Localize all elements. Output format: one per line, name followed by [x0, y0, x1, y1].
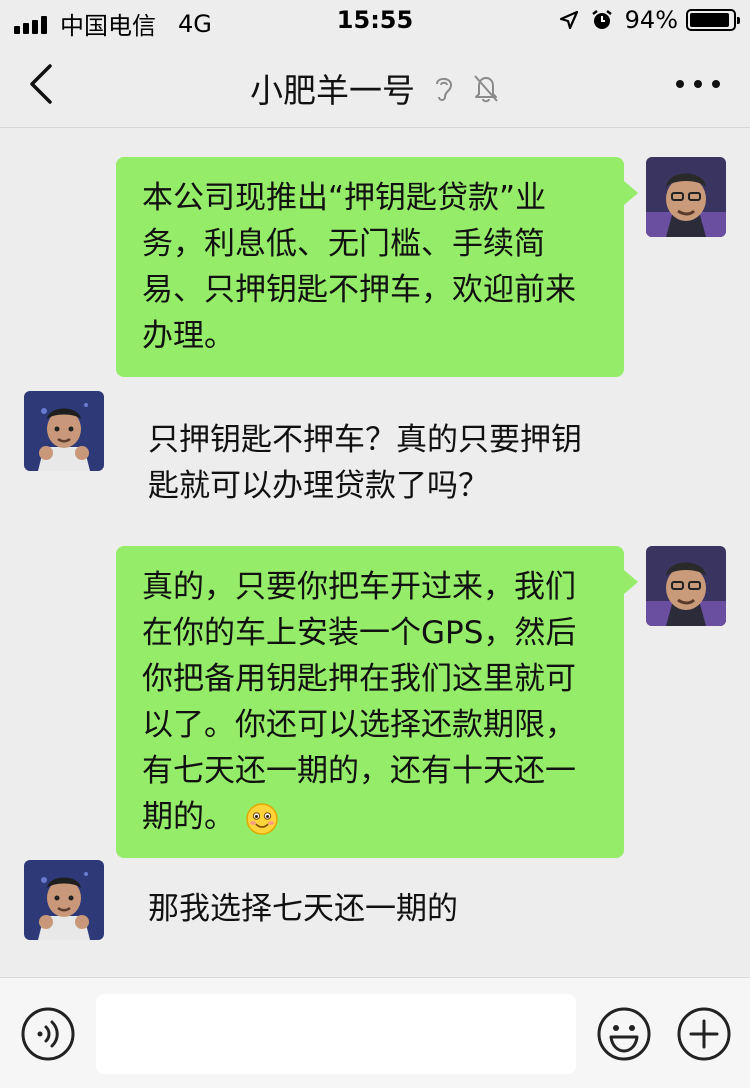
emoji-button[interactable]	[596, 1006, 652, 1062]
input-bar	[0, 977, 750, 1088]
message-line: 办理。	[142, 318, 235, 354]
message-line: 那我选择七天还一期的	[148, 891, 458, 927]
message-line: 本公司现推出“押钥匙贷款”业	[142, 180, 547, 216]
emoji-face-icon	[597, 1007, 651, 1061]
message-input[interactable]	[96, 994, 576, 1074]
message-line: 有七天还一期的，还有十天还一	[142, 753, 576, 789]
status-right: 94%	[559, 6, 740, 34]
battery-icon	[686, 9, 740, 31]
mute-bell-icon	[474, 75, 498, 103]
contact-avatar[interactable]	[24, 391, 104, 471]
chat-title: 小肥羊一号	[250, 71, 415, 110]
message-line: 真的，只要你把车开过来，我们	[142, 569, 576, 605]
smile-emoji-icon	[246, 802, 278, 835]
message-line: 易、只押钥匙不押车，欢迎前来	[142, 272, 576, 308]
contact-avatar[interactable]	[24, 860, 104, 940]
message-line-last: 期的。	[142, 794, 598, 840]
more-options-button[interactable]	[676, 76, 720, 92]
my-avatar[interactable]	[646, 546, 726, 626]
message-bubble-outgoing[interactable]: 真的，只要你把车开过来，我们 在你的车上安装一个GPS，然后 你把备用钥匙押在我…	[116, 546, 638, 858]
message-bubble-incoming[interactable]: 那我选择七天还一期的	[122, 868, 622, 950]
nav-title-group: 小肥羊一号	[0, 64, 750, 112]
message-bubble-incoming[interactable]: 只押钥匙不押车？真的只要押钥 匙就可以办理贷款了吗？	[122, 399, 622, 527]
location-arrow-icon	[559, 10, 578, 30]
alarm-clock-icon	[591, 10, 612, 29]
nav-bar: 小肥羊一号	[0, 40, 750, 128]
message-bubble-outgoing[interactable]: 本公司现推出“押钥匙贷款”业 务，利息低、无门槛、手续简 易、只押钥匙不押车，欢…	[116, 157, 638, 377]
message-line: 只押钥匙不押车？真的只要押钥	[148, 422, 582, 458]
battery-fill	[690, 13, 730, 27]
battery-percent: 94%	[624, 6, 678, 34]
earpiece-icon	[435, 77, 452, 101]
plus-icon	[677, 1007, 731, 1061]
message-line: 在你的车上安装一个GPS，然后	[142, 615, 577, 651]
more-dots-icon	[676, 80, 684, 88]
message-line: 以了。你还可以选择还款期限，	[142, 707, 576, 743]
message-line: 期的。	[142, 799, 235, 835]
voice-icon	[21, 1007, 75, 1061]
my-avatar[interactable]	[646, 157, 726, 237]
message-line: 务，利息低、无门槛、手续简	[142, 226, 545, 262]
voice-button[interactable]	[20, 1006, 76, 1062]
message-line: 你把备用钥匙押在我们这里就可	[142, 661, 576, 697]
status-bar: 中国电信 4G 15:55 94%	[0, 0, 750, 40]
message-line: 匙就可以办理贷款了吗？	[148, 468, 489, 504]
more-functions-button[interactable]	[676, 1006, 732, 1062]
chat-area[interactable]: 本公司现推出“押钥匙贷款”业 务，利息低、无门槛、手续简 易、只押钥匙不押车，欢…	[0, 129, 750, 977]
